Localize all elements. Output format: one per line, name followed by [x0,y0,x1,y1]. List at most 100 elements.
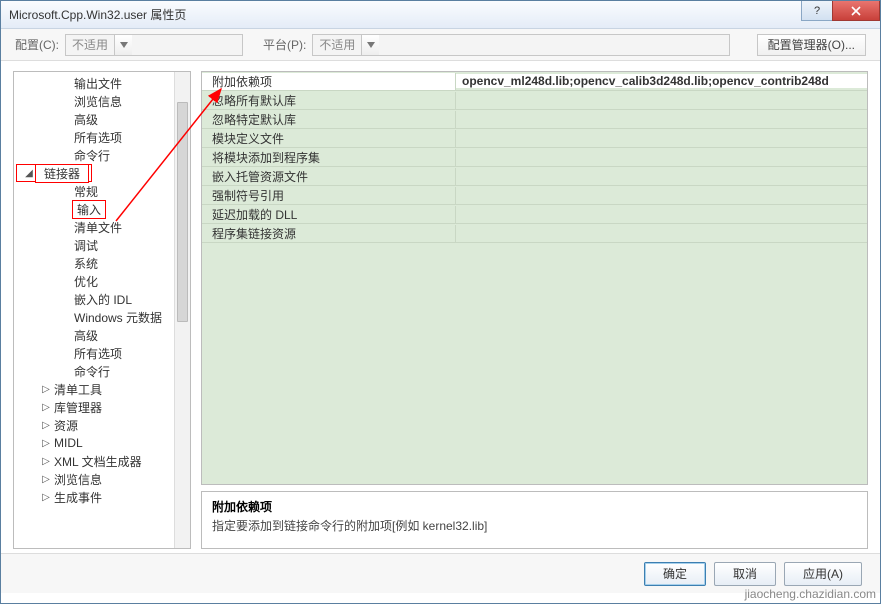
tree-item[interactable]: 常规 [14,182,174,200]
tree-item-label: 高级 [72,327,100,344]
tree-item[interactable]: 高级 [14,326,174,344]
tree-item[interactable]: 调试 [14,236,174,254]
tree-item[interactable]: 所有选项 [14,344,174,362]
tree-item-label: 高级 [72,111,100,128]
chevron-down-icon[interactable]: ◢ [23,168,35,179]
property-label: 延迟加载的 DLL [202,206,456,223]
close-button[interactable] [832,1,880,21]
tree-item-label: 所有选项 [72,345,124,362]
tree-item[interactable]: 浏览信息 [14,92,174,110]
property-row[interactable]: 强制符号引用 [202,186,867,205]
window-controls: ? [802,1,880,21]
chevron-right-icon[interactable]: ▷ [40,474,52,485]
property-row[interactable]: 延迟加载的 DLL [202,205,867,224]
configuration-combo[interactable]: 不适用 [65,34,243,56]
tree-item-label: 嵌入的 IDL [72,291,134,308]
tree-item[interactable]: 清单文件 [14,218,174,236]
cancel-button[interactable]: 取消 [714,562,776,586]
property-label: 将模块添加到程序集 [202,149,456,166]
property-row[interactable]: 模块定义文件 [202,129,867,148]
property-grid: 附加依赖项opencv_ml248d.lib;opencv_calib3d248… [201,71,868,485]
tree-item-label: 输入 [72,200,106,219]
tree-item-label: XML 文档生成器 [52,453,144,470]
property-row[interactable]: 忽略所有默认库 [202,91,867,110]
ok-button[interactable]: 确定 [644,562,706,586]
chevron-right-icon[interactable]: ▷ [40,384,52,395]
tree-item-label: 常规 [72,183,100,200]
chevron-down-icon [114,35,132,55]
tree-item-label: 生成事件 [52,489,104,506]
chevron-right-icon[interactable]: ▷ [40,402,52,413]
tree-item[interactable]: ▷XML 文档生成器 [14,452,174,470]
property-label: 忽略特定默认库 [202,111,456,128]
property-row[interactable]: 程序集链接资源 [202,224,867,243]
tree-item[interactable]: ▷MIDL [14,434,174,452]
property-label: 强制符号引用 [202,187,456,204]
property-value[interactable]: opencv_ml248d.lib;opencv_calib3d248d.lib… [456,74,867,88]
property-row[interactable]: 忽略特定默认库 [202,110,867,129]
tree-item[interactable]: Windows 元数据 [14,308,174,326]
tree-panel: 输出文件浏览信息高级所有选项命令行◢链接器常规输入清单文件调试系统优化嵌入的 I… [13,71,191,549]
tree-item[interactable]: 命令行 [14,362,174,380]
chevron-right-icon[interactable]: ▷ [40,492,52,503]
property-row[interactable]: 嵌入托管资源文件 [202,167,867,186]
window: Microsoft.Cpp.Win32.user 属性页 ? 配置(C): 不适… [0,0,881,604]
configuration-label: 配置(C): [15,36,59,53]
platform-combo[interactable]: 不适用 [312,34,730,56]
tree-item[interactable]: 高级 [14,110,174,128]
tree-item-label: 库管理器 [52,399,104,416]
apply-button[interactable]: 应用(A) [784,562,862,586]
tree-item[interactable]: 输入 [14,200,174,218]
tree-item[interactable]: ◢链接器 [16,164,92,182]
window-title: Microsoft.Cpp.Win32.user 属性页 [9,6,186,23]
tree-item-label: 所有选项 [72,129,124,146]
tree-item-label: 资源 [52,417,80,434]
tree-item-label: 浏览信息 [52,471,104,488]
property-label: 程序集链接资源 [202,225,456,242]
tree-item-label: 系统 [72,255,100,272]
tree-item-label: MIDL [52,436,85,450]
scrollbar-thumb[interactable] [177,102,188,322]
tree-item[interactable]: 命令行 [14,146,174,164]
property-label: 嵌入托管资源文件 [202,168,456,185]
tree-item-label: 清单工具 [52,381,104,398]
tree-item[interactable]: 优化 [14,272,174,290]
tree-item[interactable]: 所有选项 [14,128,174,146]
tree-item[interactable]: ▷清单工具 [14,380,174,398]
description-body: 指定要添加到链接命令行的附加项[例如 kernel32.lib] [212,517,857,534]
tree-item[interactable]: ▷资源 [14,416,174,434]
property-row[interactable]: 将模块添加到程序集 [202,148,867,167]
tree-item-label: 命令行 [72,147,112,164]
tree-item[interactable]: ▷库管理器 [14,398,174,416]
config-manager-button[interactable]: 配置管理器(O)... [757,34,866,56]
tree-item[interactable]: ▷浏览信息 [14,470,174,488]
tree-item-label: 优化 [72,273,100,290]
tree: 输出文件浏览信息高级所有选项命令行◢链接器常规输入清单文件调试系统优化嵌入的 I… [14,72,174,508]
property-label: 附加依赖项 [202,73,456,90]
help-button[interactable]: ? [801,1,833,21]
platform-label: 平台(P): [263,36,306,53]
property-panel: 附加依赖项opencv_ml248d.lib;opencv_calib3d248… [201,71,868,549]
watermark: jiaocheng.chazidian.com [745,587,876,601]
property-label: 忽略所有默认库 [202,92,456,109]
tree-item-label: 调试 [72,237,100,254]
tree-item-label: 链接器 [35,164,89,183]
chevron-right-icon[interactable]: ▷ [40,420,52,431]
tree-item[interactable]: ▷生成事件 [14,488,174,506]
tree-item[interactable]: 嵌入的 IDL [14,290,174,308]
chevron-right-icon[interactable]: ▷ [40,456,52,467]
tree-item-label: 浏览信息 [72,93,124,110]
tree-item-label: 输出文件 [72,75,124,92]
chevron-right-icon[interactable]: ▷ [40,438,52,449]
scrollbar[interactable] [174,72,190,548]
description-box: 附加依赖项 指定要添加到链接命令行的附加项[例如 kernel32.lib] [201,491,868,549]
body: 输出文件浏览信息高级所有选项命令行◢链接器常规输入清单文件调试系统优化嵌入的 I… [1,61,880,553]
property-row[interactable]: 附加依赖项opencv_ml248d.lib;opencv_calib3d248… [202,72,867,91]
close-icon [851,6,861,16]
titlebar: Microsoft.Cpp.Win32.user 属性页 ? [1,1,880,29]
configuration-value: 不适用 [66,36,114,53]
tree-item-label: Windows 元数据 [72,309,164,326]
tree-item-label: 清单文件 [72,219,124,236]
tree-item[interactable]: 输出文件 [14,74,174,92]
tree-item[interactable]: 系统 [14,254,174,272]
